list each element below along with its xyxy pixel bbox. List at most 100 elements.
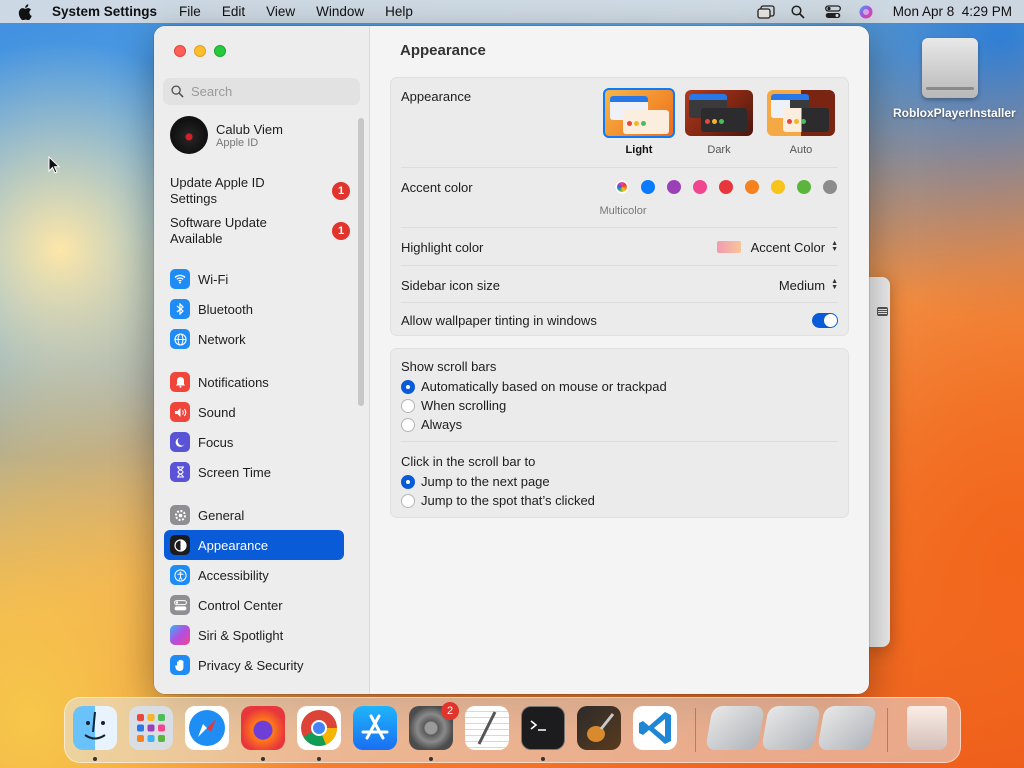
sidebar-icon-size-popup[interactable]: Medium ▲ ▼ bbox=[779, 278, 838, 293]
dock-terminal[interactable] bbox=[521, 706, 565, 750]
sidebar-item-label: General bbox=[198, 507, 245, 523]
accent-pink-swatch[interactable] bbox=[693, 180, 707, 194]
close-window-button[interactable] bbox=[174, 45, 186, 57]
sidebar-item-appearance[interactable]: Appearance bbox=[164, 530, 344, 560]
sidebar-item-sound[interactable]: Sound bbox=[164, 397, 344, 427]
accent-graphite-swatch[interactable] bbox=[823, 180, 837, 194]
highlight-color-popup[interactable]: Accent Color ▲ ▼ bbox=[716, 240, 838, 255]
appearance-dark-label: Dark bbox=[707, 144, 731, 156]
sidebar-item-label: Network bbox=[198, 331, 246, 347]
sidebar-item-network[interactable]: Network bbox=[164, 324, 344, 354]
sidebar-item-siri-spotlight[interactable]: Siri & Spotlight bbox=[164, 620, 344, 650]
highlight-color-row: Highlight color Accent Color ▲ ▼ bbox=[401, 230, 838, 264]
accent-green-swatch[interactable] bbox=[797, 180, 811, 194]
control-center-icon[interactable] bbox=[824, 4, 841, 19]
scroll-bars-always-radio[interactable]: Always bbox=[401, 417, 462, 432]
settings-badge: 2 bbox=[441, 702, 459, 720]
accent-multicolor-swatch[interactable] bbox=[615, 180, 629, 194]
jump-next-page-radio[interactable]: Jump to the next page bbox=[401, 474, 550, 489]
scroll-bars-auto-radio[interactable]: Automatically based on mouse or trackpad bbox=[401, 379, 667, 394]
dock-finder[interactable] bbox=[73, 706, 117, 750]
minimize-window-button[interactable] bbox=[194, 45, 206, 57]
globe-icon bbox=[170, 329, 190, 349]
sidebar-item-accessibility[interactable]: Accessibility bbox=[164, 560, 344, 590]
appearance-icon bbox=[170, 535, 190, 555]
sidebar-item-label: Bluetooth bbox=[198, 301, 253, 317]
menu-app-name[interactable]: System Settings bbox=[52, 4, 157, 19]
sidebar-item-wifi[interactable]: Wi-Fi bbox=[164, 264, 344, 294]
menu-file[interactable]: File bbox=[179, 4, 201, 19]
dock-roblox-window-3[interactable] bbox=[817, 706, 877, 750]
apple-id-profile[interactable]: Calub Viem Apple ID bbox=[170, 116, 283, 154]
mouse-pointer-icon bbox=[48, 156, 60, 174]
menu-window[interactable]: Window bbox=[316, 4, 364, 19]
background-window[interactable] bbox=[868, 277, 890, 647]
notice-label: Software Update Available bbox=[170, 215, 267, 246]
highlight-color-label: Highlight color bbox=[401, 239, 484, 255]
appearance-auto-option[interactable] bbox=[767, 90, 835, 136]
siri-icon[interactable] bbox=[859, 5, 875, 19]
dock-garageband[interactable] bbox=[577, 706, 621, 750]
dock-separator bbox=[695, 708, 696, 752]
siri-icon bbox=[170, 625, 190, 645]
desktop-disk-image[interactable]: RobloxPlayerInstaller bbox=[893, 38, 1016, 120]
running-indicator bbox=[93, 757, 97, 761]
menubar-clock[interactable]: Mon Apr 8 4:29 PM bbox=[893, 4, 1012, 19]
dock: 2 bbox=[64, 697, 961, 763]
zoom-window-button[interactable] bbox=[214, 45, 226, 57]
accent-blue-swatch[interactable] bbox=[641, 180, 655, 194]
wallpaper-tinting-toggle[interactable] bbox=[812, 312, 838, 328]
notice-software-update[interactable]: Software Update Available 1 bbox=[170, 215, 350, 247]
divider bbox=[401, 302, 838, 303]
radio-button bbox=[401, 379, 415, 394]
sidebar-item-focus[interactable]: Focus bbox=[164, 427, 344, 457]
menu-view[interactable]: View bbox=[266, 4, 295, 19]
running-indicator bbox=[261, 757, 265, 761]
profile-name: Calub Viem bbox=[216, 121, 283, 137]
dock-chrome[interactable] bbox=[297, 706, 341, 750]
spotlight-search-icon[interactable] bbox=[791, 4, 807, 19]
menu-help[interactable]: Help bbox=[385, 4, 413, 19]
dock-vscode[interactable] bbox=[633, 706, 677, 750]
profile-subtitle: Apple ID bbox=[216, 136, 259, 149]
sidebar-item-notifications[interactable]: Notifications bbox=[164, 367, 344, 397]
notice-update-apple-id[interactable]: Update Apple ID Settings 1 bbox=[170, 175, 350, 207]
radio-button bbox=[401, 474, 415, 489]
dock-roblox-window-1[interactable] bbox=[705, 706, 765, 750]
jump-to-spot-radio[interactable]: Jump to the spot that’s clicked bbox=[401, 493, 595, 508]
radio-label: When scrolling bbox=[421, 398, 507, 413]
dock-trash[interactable] bbox=[907, 706, 947, 750]
sidebar-toggle-icon[interactable] bbox=[877, 307, 888, 316]
sidebar-scrollbar[interactable] bbox=[358, 118, 364, 406]
running-indicator bbox=[317, 757, 321, 761]
accent-purple-swatch[interactable] bbox=[667, 180, 681, 194]
accent-red-swatch[interactable] bbox=[719, 180, 733, 194]
search-field[interactable]: Search bbox=[163, 78, 360, 105]
dock-safari[interactable] bbox=[185, 706, 229, 750]
accent-orange-swatch[interactable] bbox=[745, 180, 759, 194]
dock-launchpad[interactable] bbox=[129, 706, 173, 750]
appearance-auto-label: Auto bbox=[789, 144, 813, 156]
sidebar-item-control-center[interactable]: Control Center bbox=[164, 590, 344, 620]
appearance-light-option[interactable] bbox=[603, 88, 675, 138]
avatar bbox=[170, 116, 208, 154]
radio-button bbox=[401, 493, 415, 508]
appearance-dark-option[interactable] bbox=[685, 90, 753, 136]
sidebar-item-privacy-security[interactable]: Privacy & Security bbox=[164, 650, 344, 680]
dock-firefox[interactable] bbox=[241, 706, 285, 750]
dock-app-store[interactable] bbox=[353, 706, 397, 750]
dock-roblox-window-2[interactable] bbox=[761, 706, 821, 750]
apple-icon[interactable] bbox=[18, 3, 32, 20]
sidebar-item-bluetooth[interactable]: Bluetooth bbox=[164, 294, 344, 324]
accent-yellow-swatch[interactable] bbox=[771, 180, 785, 194]
stage-manager-icon[interactable] bbox=[757, 4, 775, 19]
sidebar-item-label: Privacy & Security bbox=[198, 657, 304, 673]
dock-textedit[interactable] bbox=[465, 706, 509, 750]
sidebar-item-screen-time[interactable]: Screen Time bbox=[164, 457, 344, 487]
accent-color-swatches bbox=[613, 173, 843, 201]
scroll-bars-when-scrolling-radio[interactable]: When scrolling bbox=[401, 398, 506, 413]
main-pane: Appearance Appearance Light Dark Auto Ac… bbox=[370, 26, 869, 694]
sidebar-item-general[interactable]: General bbox=[164, 500, 344, 530]
page-title: Appearance bbox=[400, 42, 486, 59]
menu-edit[interactable]: Edit bbox=[222, 4, 245, 19]
